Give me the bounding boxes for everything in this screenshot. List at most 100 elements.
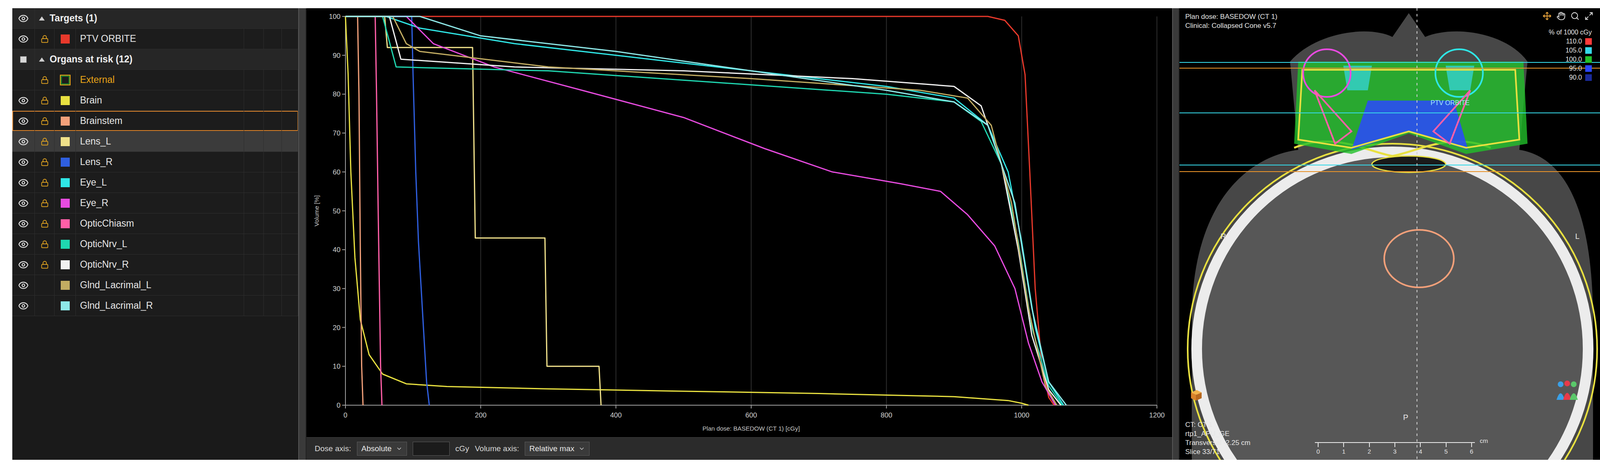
expand-icon[interactable] [38,57,45,62]
group-header[interactable]: Organs at risk (12) [12,49,299,70]
structure-row[interactable]: OpticNrv_R [12,254,299,275]
visibility-cell[interactable] [12,192,35,213]
visibility-cell[interactable] [12,254,35,275]
eye-icon[interactable] [18,300,29,311]
eye-icon[interactable] [18,177,29,188]
eye-icon[interactable] [18,197,29,209]
eye-right-contour [1302,49,1351,97]
structure-row[interactable]: OpticNrv_L [12,233,299,255]
eye-icon[interactable] [18,33,29,45]
lock-cell[interactable] [34,131,55,152]
visibility-cell[interactable] [12,90,35,111]
lock-cell[interactable] [34,192,55,213]
visibility-cell[interactable] [12,131,35,152]
lock-cell[interactable] [34,295,55,316]
dvh-curve[interactable] [345,16,1067,405]
lock-cell[interactable] [34,90,55,111]
group-visibility[interactable] [12,49,35,70]
dvh-curve[interactable] [345,16,1054,405]
lock-cell[interactable] [34,172,55,193]
eye-icon[interactable] [18,279,29,291]
visibility-cell[interactable] [12,213,35,234]
lock-icon[interactable] [40,137,49,146]
orientation-cube-icon[interactable] [1188,387,1204,403]
dvh-curve[interactable] [345,16,430,405]
structure-row[interactable]: Eye_R [12,192,299,214]
eye-icon[interactable] [18,13,29,24]
dose-axis-dropdown[interactable]: Absolute [356,441,407,456]
lock-cell[interactable] [34,233,55,254]
eye-icon[interactable] [18,136,29,147]
panel-splitter[interactable] [298,8,307,460]
visibility-cell[interactable] [12,110,35,131]
maximize-icon[interactable] [1584,11,1594,21]
dvh-curve[interactable] [345,16,1056,405]
visibility-cell[interactable] [12,28,35,49]
dvh-curve[interactable] [345,16,1064,405]
partial-visibility-icon[interactable] [20,56,27,63]
dvh-curve[interactable] [345,16,1063,405]
panel-splitter[interactable] [1172,8,1180,460]
visibility-cell[interactable] [12,151,35,172]
lock-icon[interactable] [40,116,49,126]
ct-viewer[interactable]: Plan dose: BASEDOW (CT 1)Clinical: Colla… [1179,8,1600,460]
lock-icon[interactable] [40,34,49,44]
group-visibility[interactable] [12,8,35,29]
group-header[interactable]: Targets (1) [12,8,299,29]
lock-cell[interactable] [34,110,55,131]
structure-row[interactable]: Lens_R [12,151,299,173]
dvh-curve[interactable] [345,16,1057,405]
group-label[interactable]: Targets (1) [34,8,299,29]
visibility-cell[interactable] [12,172,35,193]
eye-icon[interactable] [18,259,29,270]
structure-row[interactable]: External [12,69,299,91]
structure-row[interactable]: Glnd_Lacrimal_L [12,274,299,296]
lock-icon[interactable] [40,198,49,208]
lock-icon[interactable] [40,260,49,269]
lock-icon[interactable] [40,75,49,85]
dvh-curve[interactable] [345,16,364,405]
visibility-cell[interactable] [12,274,35,295]
hand-icon[interactable] [1556,11,1566,21]
structure-row[interactable]: Brain [12,90,299,111]
eye-icon[interactable] [18,156,29,168]
dose-input[interactable] [412,441,450,456]
lock-cell[interactable] [34,69,55,90]
visibility-cell[interactable] [12,233,35,254]
lock-cell[interactable] [34,151,55,172]
dvh-curve[interactable] [345,16,382,405]
structure-row[interactable]: Lens_L [12,131,299,152]
lock-cell[interactable] [34,274,55,295]
eye-icon[interactable] [18,238,29,250]
dvh-curve[interactable] [345,16,602,405]
eye-icon[interactable] [18,95,29,106]
structure-row[interactable]: Glnd_Lacrimal_R [12,295,299,316]
lock-icon[interactable] [40,178,49,187]
structure-row[interactable]: Brainstem [12,110,299,132]
visibility-cell[interactable] [12,69,35,90]
lock-cell[interactable] [34,254,55,275]
volume-axis-dropdown[interactable]: Relative max [524,441,590,456]
eye-icon[interactable] [18,115,29,127]
dvh-curve[interactable] [345,16,1061,405]
zoom-icon[interactable] [1570,11,1580,21]
expand-icon[interactable] [38,16,45,21]
lock-icon[interactable] [40,157,49,167]
visibility-cell[interactable] [12,295,35,316]
move-icon[interactable] [1542,11,1552,21]
group-label[interactable]: Organs at risk (12) [34,49,299,70]
eye-icon[interactable] [18,218,29,229]
chevron-down-icon[interactable] [578,445,586,452]
lock-icon[interactable] [40,96,49,105]
structure-name: OpticNrv_R [75,254,245,275]
lock-cell[interactable] [34,28,55,49]
x-tick: 800 [880,404,892,419]
lock-icon[interactable] [40,240,49,249]
structure-row[interactable]: Eye_L [12,172,299,193]
structure-row[interactable]: PTV ORBITE [12,28,299,50]
structure-row[interactable]: OpticChiasm [12,213,299,234]
chevron-down-icon[interactable] [395,445,403,452]
ct-image[interactable] [1179,8,1600,460]
lock-cell[interactable] [34,213,55,234]
lock-icon[interactable] [40,219,49,228]
